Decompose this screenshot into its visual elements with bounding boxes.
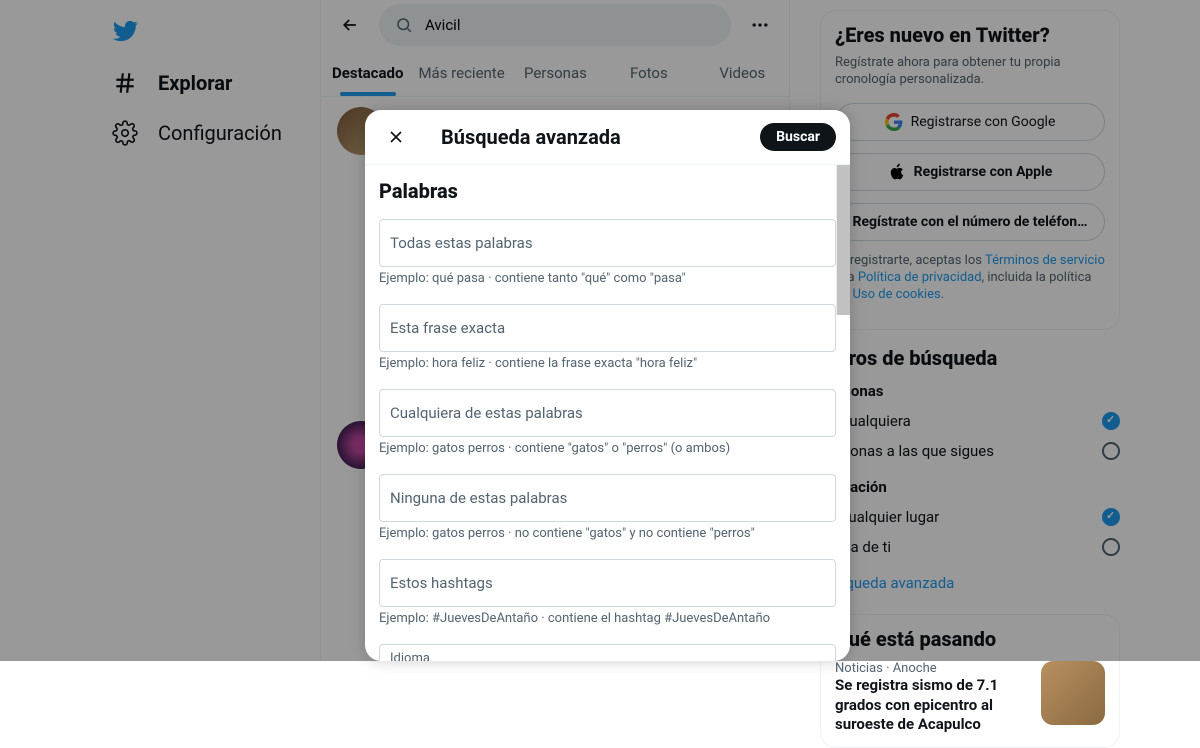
close-button[interactable] [379, 120, 413, 154]
trend-headline: Se registra sismo de 7.1 grados con epic… [835, 676, 1031, 735]
close-icon [386, 127, 406, 147]
none-words-input[interactable]: Ninguna de estas palabras [379, 474, 836, 522]
words-heading: Palabras [379, 179, 836, 203]
modal-title: Búsqueda avanzada [441, 125, 732, 149]
language-select[interactable]: Idioma Cualquier idioma [379, 644, 836, 661]
trend-thumbnail [1041, 661, 1105, 725]
hashtags-hint: Ejemplo: #JuevesDeAntaño · contiene el h… [379, 611, 836, 626]
any-words-input[interactable]: Cualquiera de estas palabras [379, 389, 836, 437]
none-words-hint: Ejemplo: gatos perros · no contiene "gat… [379, 526, 836, 541]
exact-phrase-input[interactable]: Esta frase exacta [379, 304, 836, 352]
trend-item[interactable]: Noticias · Anoche Se registra sismo de 7… [835, 661, 1105, 735]
all-words-hint: Ejemplo: qué pasa · contiene tanto "qué"… [379, 271, 836, 286]
modal-search-button[interactable]: Buscar [760, 123, 836, 151]
any-words-hint: Ejemplo: gatos perros · contiene "gatos"… [379, 441, 836, 456]
chevron-down-icon [805, 658, 825, 662]
advanced-search-modal: Búsqueda avanzada Buscar Palabras Todas … [365, 110, 850, 661]
trend-meta: Noticias · Anoche [835, 661, 1031, 676]
hashtags-input[interactable]: Estos hashtags [379, 559, 836, 607]
exact-phrase-hint: Ejemplo: hora feliz · contiene la frase … [379, 356, 836, 371]
all-words-input[interactable]: Todas estas palabras [379, 219, 836, 267]
language-label: Idioma [390, 651, 503, 661]
scrollbar[interactable] [836, 165, 850, 315]
